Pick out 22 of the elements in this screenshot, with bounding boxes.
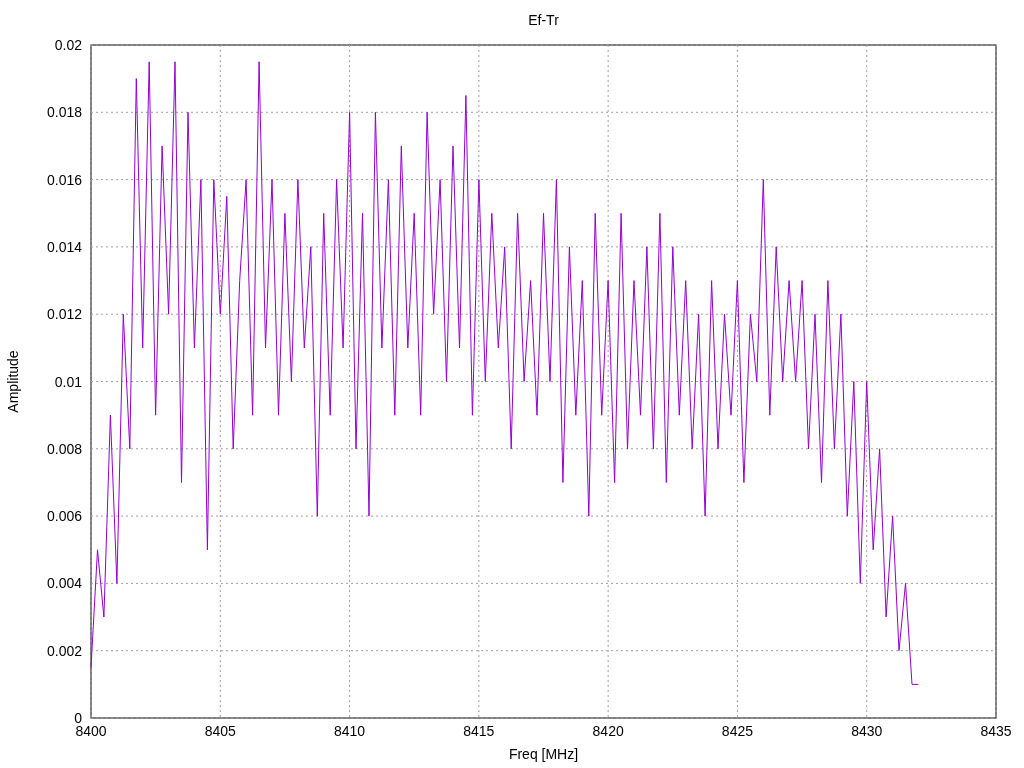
x-tick-label: 8415 (463, 723, 495, 739)
y-tick-label: 0.004 (46, 575, 82, 592)
y-tick-label: 0.01 (54, 373, 82, 390)
y-tick-label: 0.002 (46, 642, 82, 659)
x-tick-label: 8410 (334, 723, 366, 739)
x-tick-label: 8430 (851, 723, 883, 739)
x-tick-label: 8400 (75, 723, 107, 739)
y-tick-label: 0.006 (46, 508, 82, 525)
y-tick-label: 0.02 (54, 37, 82, 53)
y-axis-label: Amplitude (5, 350, 21, 413)
y-tick-label: 0.012 (46, 306, 82, 323)
x-axis-label: Freq [MHz] (508, 746, 579, 762)
y-tick-label: 0.014 (46, 238, 82, 255)
x-tick-label: 8425 (721, 723, 753, 739)
y-tick-label: 0 (74, 710, 82, 726)
x-tick-label: 8405 (204, 723, 236, 739)
x-tick-label: 8420 (592, 723, 624, 739)
y-tick-label: 0.018 (46, 104, 82, 121)
chart-title: Ef-Tr (528, 12, 559, 28)
y-tick-label: 0.008 (46, 440, 82, 457)
x-tick-label: 8435 (980, 723, 1012, 739)
y-tick-label: 0.016 (46, 171, 82, 188)
